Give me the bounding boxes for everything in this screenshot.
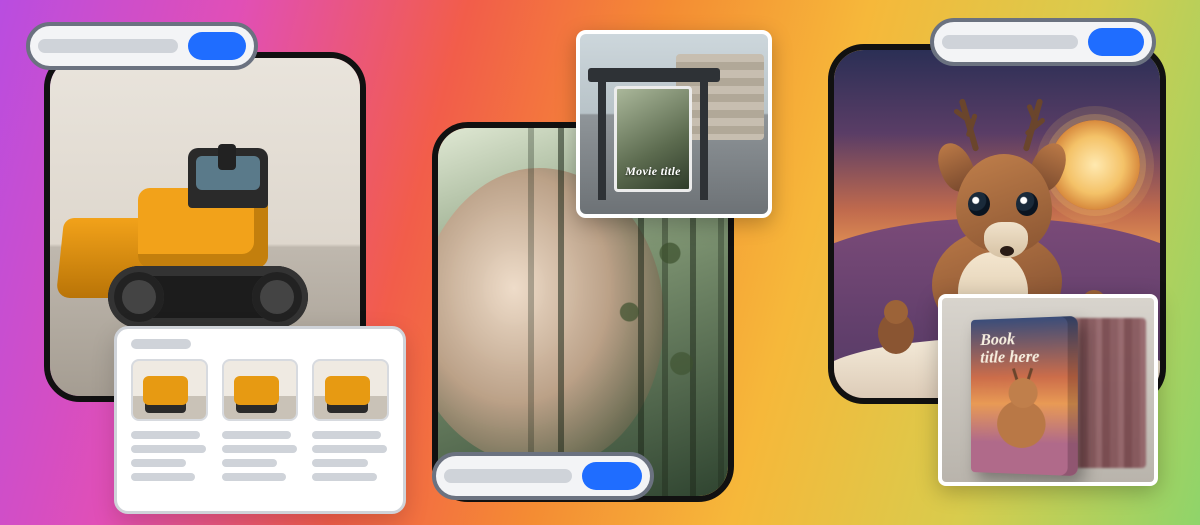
result-thumb[interactable]: [222, 359, 299, 421]
result-meta: [222, 421, 299, 481]
generate-button[interactable]: [582, 462, 642, 490]
result-meta: [131, 421, 208, 481]
result-thumb[interactable]: [312, 359, 389, 421]
search-pill-center: [432, 452, 654, 500]
search-pill-left: [26, 22, 258, 70]
book-title-line2: title here: [980, 347, 1067, 367]
results-panel: [114, 326, 406, 514]
search-input[interactable]: [942, 35, 1078, 49]
search-pill-right: [930, 18, 1156, 66]
book-title-line1: Book: [980, 329, 1067, 349]
search-input[interactable]: [38, 39, 178, 53]
book-cover: Book title here: [971, 316, 1078, 476]
generate-button[interactable]: [188, 32, 246, 60]
mockup-bus-stop-poster: Movie title: [576, 30, 772, 218]
search-input[interactable]: [444, 469, 572, 483]
mockup-book-cover: Book title here: [938, 294, 1158, 486]
result-thumb[interactable]: [131, 359, 208, 421]
results-tab[interactable]: [131, 339, 191, 349]
poster-title: Movie title: [614, 86, 692, 192]
result-meta: [312, 421, 389, 481]
generate-button[interactable]: [1088, 28, 1144, 56]
